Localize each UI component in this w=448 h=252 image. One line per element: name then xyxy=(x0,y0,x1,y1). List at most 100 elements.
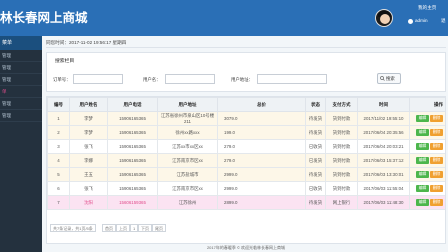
sidebar-title: 菜单 xyxy=(0,36,42,50)
edit-button[interactable]: 编辑 xyxy=(416,157,429,164)
table-row[interactable]: 6 张飞 15906165365 江苏南京市区xx 2999.0 已收货 货到付款 2017/… xyxy=(47,181,445,196)
site-title: 林长春网上商城 xyxy=(0,11,88,25)
cell-time: 2017/06/04 20:03:21 xyxy=(357,139,410,154)
table-row[interactable]: 1 李梦 15906165365 江苏省徐州市泉山区10号楼211 3079.0 待发货货… xyxy=(47,111,445,126)
cell-address: 江苏xx市xx区xx xyxy=(157,139,218,154)
cell-id: 4 xyxy=(47,153,70,168)
search-button[interactable]: 搜索 xyxy=(377,73,401,84)
table-header-row: 编号 用户姓名 用户电话 用户地址 总价 状态 支付方式 时间 操作 xyxy=(47,97,445,112)
pager-current[interactable]: 1 xyxy=(130,224,139,232)
sidebar-item-2[interactable]: 管理 xyxy=(0,62,42,74)
cell-time: 2017/11/02 19:55:10 xyxy=(357,111,410,126)
cell-pay: 货到付款 xyxy=(325,153,358,168)
delete-button[interactable]: 删除 xyxy=(430,115,443,122)
cell-status: 待发货 xyxy=(305,125,326,140)
sidebar-item-6[interactable]: 管理 xyxy=(0,110,42,122)
cell-actions: 编辑 删除 xyxy=(409,167,445,182)
home-link[interactable]: 我的主页 xyxy=(418,5,436,11)
address-input[interactable] xyxy=(257,74,327,84)
sidebar-item-5[interactable]: 管理 xyxy=(0,98,42,110)
table-row[interactable]: 3 张飞 15906165365 江苏xx市xx区xx 279.0 已收货 货到付款 2017… xyxy=(47,139,445,154)
cell-pay: 货到付款 xyxy=(325,139,358,154)
cell-actions: 编辑 删除 xyxy=(409,181,445,196)
delete-button[interactable]: 删除 xyxy=(430,129,443,136)
cell-address: 江苏南京市区xx xyxy=(157,153,218,168)
cell-actions: 编辑 删除 xyxy=(409,111,445,126)
col-header: 支付方式 xyxy=(325,97,358,112)
edit-button[interactable]: 编辑 xyxy=(416,115,429,122)
cell-phone: 15906165365 xyxy=(107,153,158,168)
edit-button[interactable]: 编辑 xyxy=(416,129,429,136)
sidebar: 菜单 管理 管理 管理 单 管理 管理 xyxy=(0,36,42,252)
cell-status: 待发货 xyxy=(305,111,326,126)
cell-phone: 15906165365 xyxy=(107,139,158,154)
order-no-input[interactable] xyxy=(73,74,123,84)
cell-actions: 编辑 删除 xyxy=(409,125,445,140)
search-panel: 搜索栏目 订单号： 用户名： 用户地址： 搜索 xyxy=(46,52,446,92)
cell-address: 江苏南京市区xx xyxy=(157,181,218,196)
delete-button[interactable]: 删除 xyxy=(430,199,443,206)
cell-name: 张飞 xyxy=(69,139,108,154)
top-header: 林长春网上商城 我的主页 admin 退 xyxy=(0,0,448,36)
cell-time: 2017/06/03 11:55:04 xyxy=(357,181,410,196)
cell-status: 已发货 xyxy=(305,153,326,168)
table-row[interactable]: 2 李梦 15906165365 徐州xx路xxx 199.0 待发货 货到付款 2017/0… xyxy=(47,125,445,140)
cell-actions: 编辑 删除 xyxy=(409,139,445,154)
address-label: 用户地址： xyxy=(231,77,253,82)
footer: 2017年的春暖季 © 欢迎光临林长春网上商城 xyxy=(206,245,286,250)
cell-phone: 15906165365 xyxy=(107,125,158,140)
edit-button[interactable]: 编辑 xyxy=(416,199,429,206)
cell-time: 2017/06/03 15:37:12 xyxy=(357,153,410,168)
cell-name: 李娜 xyxy=(69,153,108,168)
cell-address: 江苏省徐州市泉山区10号楼211 xyxy=(157,111,218,126)
table-row[interactable]: 7 沈阳 15606159365 江苏徐州 2899.0 待发货 网上银行 2017/06/0… xyxy=(47,195,445,210)
cell-actions: 编辑 删除 xyxy=(409,153,445,168)
user-name[interactable]: admin xyxy=(415,18,428,23)
cell-phone: 15906165365 xyxy=(107,181,158,196)
search-icon xyxy=(380,76,385,81)
pager-last[interactable]: 尾页 xyxy=(152,224,166,232)
delete-button[interactable]: 删除 xyxy=(430,157,443,164)
edit-button[interactable]: 编辑 xyxy=(416,185,429,192)
delete-button[interactable]: 删除 xyxy=(430,185,443,192)
pager-prev[interactable]: 上页 xyxy=(116,224,130,232)
sidebar-item-1[interactable]: 管理 xyxy=(0,50,42,62)
cell-pay: 货到付款 xyxy=(325,125,358,140)
sidebar-item-3[interactable]: 管理 xyxy=(0,74,42,86)
delete-button[interactable]: 删除 xyxy=(430,143,443,150)
logout-link[interactable]: 退 xyxy=(441,18,446,24)
edit-button[interactable]: 编辑 xyxy=(416,143,429,150)
cell-id: 7 xyxy=(47,195,70,210)
table-row[interactable]: 4 李娜 15906165365 江苏南京市区xx 279.0 已发货 货到付款 2017/0… xyxy=(47,153,445,168)
cell-pay: 货到付款 xyxy=(325,111,358,126)
cell-phone: 15906165365 xyxy=(107,167,158,182)
cell-price: 279.0 xyxy=(217,153,306,168)
pager-first[interactable]: 首页 xyxy=(102,224,116,232)
table-row[interactable]: 5 王五 15906165365 江苏盐城市 2999.0 待发货 货到付款 2017/06/… xyxy=(47,167,445,182)
cell-name: 张飞 xyxy=(69,181,108,196)
user-input[interactable] xyxy=(165,74,215,84)
cell-name: 李梦 xyxy=(69,125,108,140)
cell-pay: 网上银行 xyxy=(325,195,358,210)
cell-id: 1 xyxy=(47,111,70,126)
cell-status: 已收货 xyxy=(305,139,326,154)
cell-id: 3 xyxy=(47,139,70,154)
sidebar-item-orders[interactable]: 单 xyxy=(0,86,42,98)
cell-id: 6 xyxy=(47,181,70,196)
cell-name: 沈阳 xyxy=(69,195,108,210)
col-header: 总价 xyxy=(217,97,306,112)
col-header: 编号 xyxy=(47,97,70,112)
orders-table: 编号 用户姓名 用户电话 用户地址 总价 状态 支付方式 时间 操作 1 李梦 15… xyxy=(47,97,445,210)
cell-address: 江苏徐州 xyxy=(157,195,218,210)
edit-button[interactable]: 编辑 xyxy=(416,171,429,178)
avatar[interactable] xyxy=(375,9,393,27)
cell-price: 199.0 xyxy=(217,125,306,140)
pager-next[interactable]: 下页 xyxy=(138,224,152,232)
col-header: 用户姓名 xyxy=(69,97,108,112)
pagination: 共7条记录，共1页/5条 首页 上页 1 下页 尾页 xyxy=(50,224,210,232)
cell-id: 5 xyxy=(47,167,70,182)
col-header: 时间 xyxy=(357,97,410,112)
orders-table-container: 编号 用户姓名 用户电话 用户地址 总价 状态 支付方式 时间 操作 1 李梦 15… xyxy=(46,96,446,244)
delete-button[interactable]: 删除 xyxy=(430,171,443,178)
cell-price: 279.0 xyxy=(217,139,306,154)
